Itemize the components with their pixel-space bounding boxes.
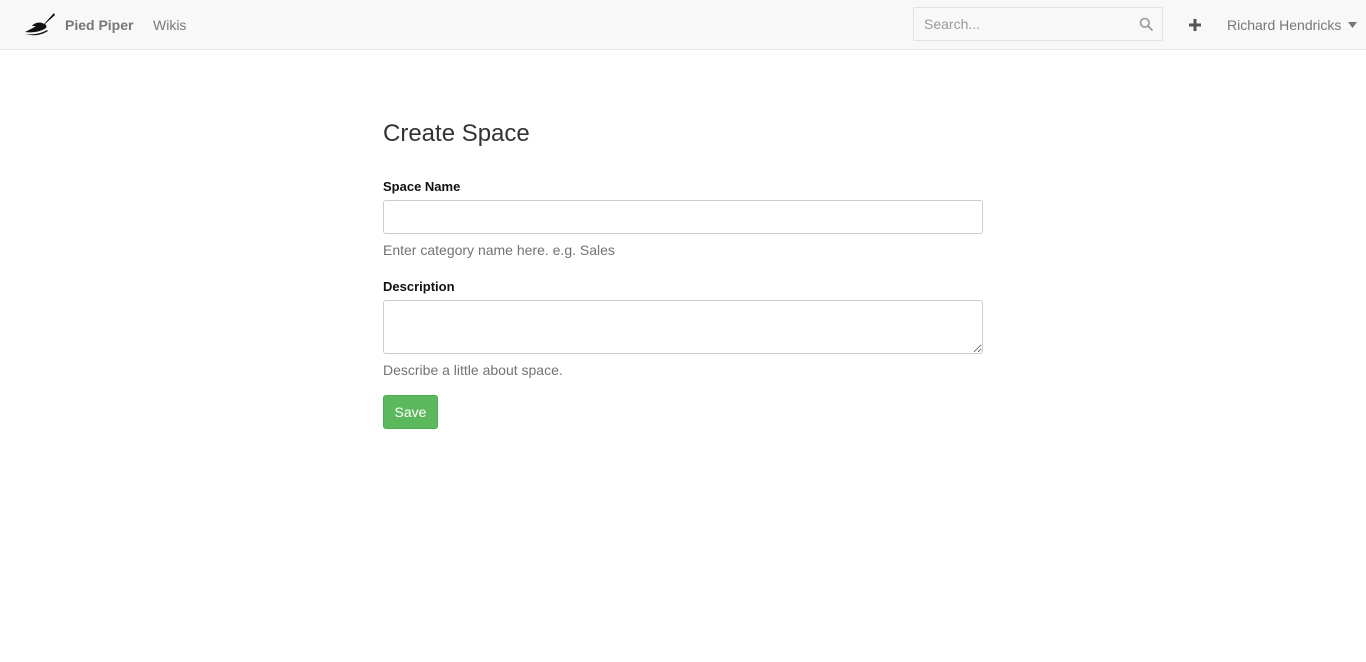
plus-icon[interactable] [1186, 16, 1204, 34]
description-help-text: Describe a little about space. [383, 362, 563, 378]
search-box [913, 7, 1163, 41]
caret-down-icon [1348, 22, 1358, 28]
search-input[interactable] [914, 8, 1134, 40]
description-textarea[interactable] [383, 300, 983, 354]
search-icon[interactable] [1139, 17, 1153, 31]
user-menu-dropdown[interactable]: Richard Hendricks [1227, 16, 1358, 34]
page-title: Create Space [383, 120, 530, 147]
brand-name: Pied Piper [65, 17, 134, 33]
brand-link[interactable]: Pied Piper [24, 12, 133, 38]
space-name-help-text: Enter category name here. e.g. Sales [383, 242, 615, 258]
save-button[interactable]: Save [383, 395, 438, 429]
nav-link-wikis[interactable]: Wikis [153, 16, 186, 34]
pied-piper-logo-icon [25, 13, 55, 36]
top-navbar: Pied Piper Wikis Richard Hendricks [0, 0, 1366, 50]
description-label: Description [383, 279, 455, 294]
space-name-label: Space Name [383, 179, 461, 194]
user-name: Richard Hendricks [1227, 17, 1342, 33]
space-name-input[interactable] [383, 200, 983, 234]
